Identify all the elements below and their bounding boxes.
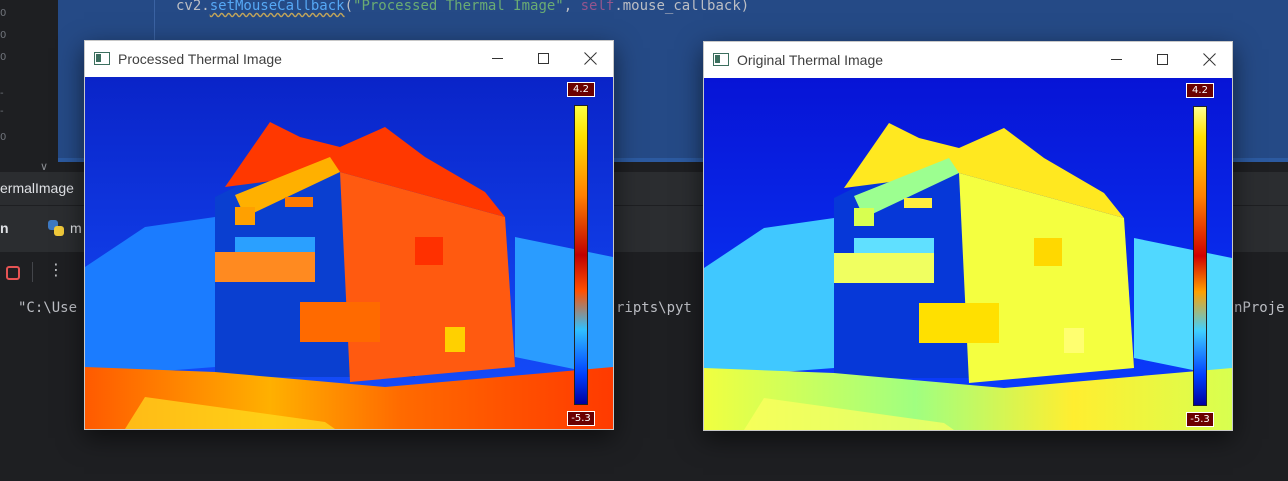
run-panel-label: n <box>0 220 9 236</box>
app-window-icon <box>713 53 729 66</box>
window-pane <box>1034 238 1062 266</box>
close-button[interactable] <box>1186 42 1232 78</box>
house-right <box>1134 238 1232 378</box>
window-pane <box>854 208 874 226</box>
gutter-mark: 0 <box>0 52 7 63</box>
scale-max-label: 4.2 <box>1186 83 1214 98</box>
processed-thermal-window[interactable]: Processed Thermal Image 4.2 -5.3 <box>84 40 614 430</box>
gutter-mark: - <box>0 106 4 117</box>
minimize-icon <box>492 58 503 59</box>
thermal-image <box>704 78 1232 430</box>
close-button[interactable] <box>567 41 613 77</box>
scale-min-label: -5.3 <box>567 411 595 426</box>
console-output-line: "C:\Use <box>18 300 78 316</box>
thermal-image-canvas[interactable]: 4.2 -5.3 <box>704 78 1232 430</box>
run-config-tab[interactable]: ermalImage <box>0 180 74 196</box>
gutter-mark: 0 <box>0 8 7 19</box>
maximize-button[interactable] <box>1140 42 1186 78</box>
original-thermal-window[interactable]: Original Thermal Image 4.2 -5.3 <box>703 41 1233 431</box>
indent-guide <box>154 0 155 40</box>
thermal-image <box>85 77 613 429</box>
close-icon <box>584 52 597 65</box>
window-pane <box>285 197 313 207</box>
close-icon <box>1203 53 1216 66</box>
awning <box>919 303 999 343</box>
window-title: Original Thermal Image <box>737 52 884 68</box>
code-token-string: "Processed Thermal Image" <box>353 0 564 14</box>
code-token-object: cv2. <box>176 0 210 14</box>
minimize-icon <box>1111 59 1122 60</box>
house-right <box>515 237 613 377</box>
thermal-image-canvas[interactable]: 4.2 -5.3 <box>85 77 613 429</box>
minimize-button[interactable] <box>475 41 521 77</box>
window-title-bar[interactable]: Original Thermal Image <box>704 42 1232 78</box>
stop-button[interactable] <box>6 266 20 280</box>
code-token-rest: .mouse_callback) <box>614 0 750 14</box>
code-line[interactable]: cv2.setMouseCallback("Processed Thermal … <box>176 0 749 14</box>
window-pane <box>445 327 465 352</box>
code-token-self: self <box>580 0 615 14</box>
gutter-mark: 0 <box>0 132 7 143</box>
temperature-scale-bar <box>574 105 588 405</box>
window-title-bar[interactable]: Processed Thermal Image <box>85 41 613 77</box>
window-title: Processed Thermal Image <box>118 51 282 67</box>
gutter-mark: 0 <box>0 30 7 41</box>
more-options-icon[interactable]: ⋮ <box>48 260 64 279</box>
gutter-mark: - <box>0 88 4 99</box>
console-output-line: ripts\pyt <box>616 300 692 316</box>
maximize-icon <box>538 53 549 64</box>
awning <box>300 302 380 342</box>
window-pane <box>1064 328 1084 353</box>
maximize-icon <box>1157 54 1168 65</box>
minimize-button[interactable] <box>1094 42 1140 78</box>
toolbar-divider <box>32 262 33 282</box>
python-file-icon <box>48 220 64 236</box>
code-token-function: setMouseCallback <box>209 0 345 14</box>
balcony-rail <box>834 253 934 283</box>
window-pane <box>904 198 932 208</box>
scale-max-label: 4.2 <box>567 82 595 97</box>
console-output-line: nProje <box>1234 300 1285 316</box>
code-token-paren: ( <box>344 0 354 14</box>
window-pane <box>415 237 443 265</box>
temperature-scale-bar <box>1193 106 1207 406</box>
maximize-button[interactable] <box>521 41 567 77</box>
scale-min-label: -5.3 <box>1186 412 1214 427</box>
editor-gutter: 0 0 0 - - 0 <box>0 0 58 172</box>
code-token-separator: , <box>563 0 581 14</box>
run-file-tab[interactable]: m <box>70 220 82 236</box>
balcony-rail <box>215 252 315 282</box>
app-window-icon <box>94 52 110 65</box>
window-pane <box>235 207 255 225</box>
